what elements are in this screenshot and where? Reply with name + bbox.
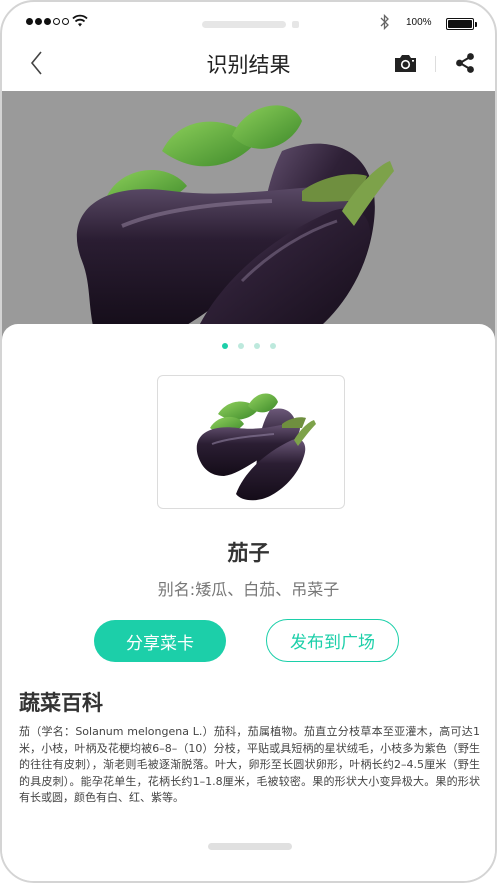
nav-divider <box>435 56 436 72</box>
share-card-button[interactable]: 分享菜卡 <box>94 620 226 662</box>
carousel-dot[interactable] <box>221 343 228 349</box>
carousel-dot[interactable] <box>253 343 260 349</box>
eggplant-thumbnail <box>157 375 345 509</box>
share-icon[interactable] <box>454 52 476 74</box>
phone-frame: 100% 识别结果 茄子 别名:矮瓜、白茄、吊菜子 分享菜卡 发布到广场 蔬菜百… <box>0 0 497 883</box>
speaker-grille <box>202 21 286 28</box>
battery-percent: 100% <box>406 17 432 28</box>
result-card-sheet: 茄子 别名:矮瓜、白茄、吊菜子 分享菜卡 发布到广场 蔬菜百科 茄（学名：Sol… <box>2 324 495 881</box>
status-bar: 100% <box>2 2 495 44</box>
encyclopedia-text: 茄（学名：Solanum melongena L.）茄科，茄属植物。茄直立分枝草… <box>19 725 480 804</box>
battery-icon <box>446 18 477 30</box>
carousel-dot[interactable] <box>269 343 276 349</box>
nav-bar: 识别结果 <box>2 44 495 91</box>
bluetooth-icon <box>380 14 389 30</box>
encyclopedia-title: 蔬菜百科 <box>19 691 103 715</box>
page-title: 识别结果 <box>206 53 291 77</box>
carousel-page-indicator[interactable] <box>2 343 495 349</box>
carousel-dot[interactable] <box>237 343 244 349</box>
vegetable-alias: 别名:矮瓜、白茄、吊菜子 <box>157 580 340 599</box>
camera-icon[interactable] <box>393 52 418 74</box>
wifi-icon <box>72 14 88 27</box>
home-indicator[interactable] <box>208 843 292 850</box>
post-to-square-button[interactable]: 发布到广场 <box>266 619 399 662</box>
hero-eggplant-photo <box>2 91 495 341</box>
front-camera <box>292 21 299 28</box>
cellular-signal-icon <box>26 18 69 25</box>
vegetable-name: 茄子 <box>227 541 270 565</box>
